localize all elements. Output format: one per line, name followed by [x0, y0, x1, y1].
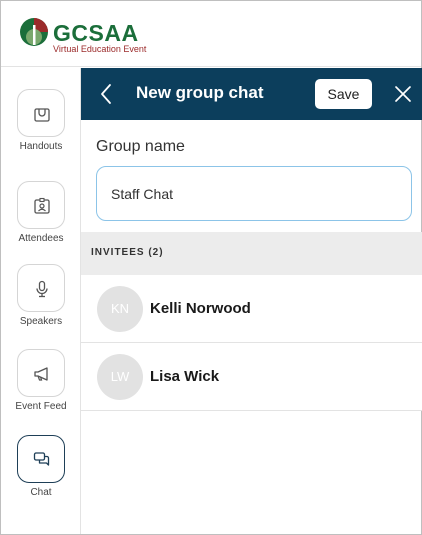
sidebar-item-attendees[interactable]: Attendees: [1, 181, 81, 244]
invitees-header: INVITEES (2): [81, 232, 422, 275]
save-button[interactable]: Save: [315, 79, 372, 109]
list-item[interactable]: KN Kelli Norwood: [81, 275, 422, 343]
avatar: KN: [97, 286, 143, 332]
chat-icon: [33, 452, 50, 466]
sidebar-item-chat[interactable]: Chat: [1, 435, 81, 498]
sidebar-button-handouts[interactable]: [17, 89, 65, 137]
logo-title: GCSAA: [53, 20, 139, 46]
megaphone-icon: [34, 367, 48, 381]
close-icon[interactable]: [392, 83, 414, 105]
badge-icon: [34, 197, 50, 214]
logo-icon: [20, 18, 48, 46]
sidebar-button-chat[interactable]: [17, 435, 65, 483]
chevron-left-icon[interactable]: [95, 81, 119, 107]
logo-subtitle: Virtual Education Event: [53, 44, 147, 54]
sidebar-label-handouts: Handouts: [19, 141, 63, 152]
sidebar-button-event-feed[interactable]: [17, 349, 65, 397]
list-item[interactable]: LW Lisa Wick: [81, 343, 422, 411]
invitees-heading: INVITEES (2): [91, 247, 164, 258]
bag-icon: [34, 108, 50, 122]
group-name-label: Group name: [96, 138, 185, 155]
avatar: LW: [97, 354, 143, 400]
sidebar-label-attendees: Attendees: [18, 233, 64, 244]
invitee-name: Kelli Norwood: [150, 300, 251, 317]
sidebar-label-speakers: Speakers: [19, 316, 63, 327]
sidebar-item-event-feed[interactable]: Event Feed: [1, 349, 81, 412]
sidebar-label-chat: Chat: [30, 487, 52, 498]
sidebar: Handouts Attendees Speakers Event Feed C…: [1, 68, 81, 534]
app-frame: GCSAA Virtual Education Event Handouts A…: [0, 0, 422, 535]
microphone-icon: [36, 280, 48, 298]
sidebar-item-handouts[interactable]: Handouts: [1, 89, 81, 152]
group-name-input[interactable]: [96, 166, 412, 221]
sidebar-button-attendees[interactable]: [17, 181, 65, 229]
panel-title: New group chat: [136, 83, 264, 102]
sidebar-item-speakers[interactable]: Speakers: [1, 264, 81, 327]
sidebar-label-event-feed: Event Feed: [15, 401, 67, 412]
logo-header: GCSAA Virtual Education Event: [1, 1, 421, 67]
panel-header: New group chat Save: [81, 68, 422, 120]
invitee-name: Lisa Wick: [150, 368, 220, 385]
sidebar-button-speakers[interactable]: [17, 264, 65, 312]
